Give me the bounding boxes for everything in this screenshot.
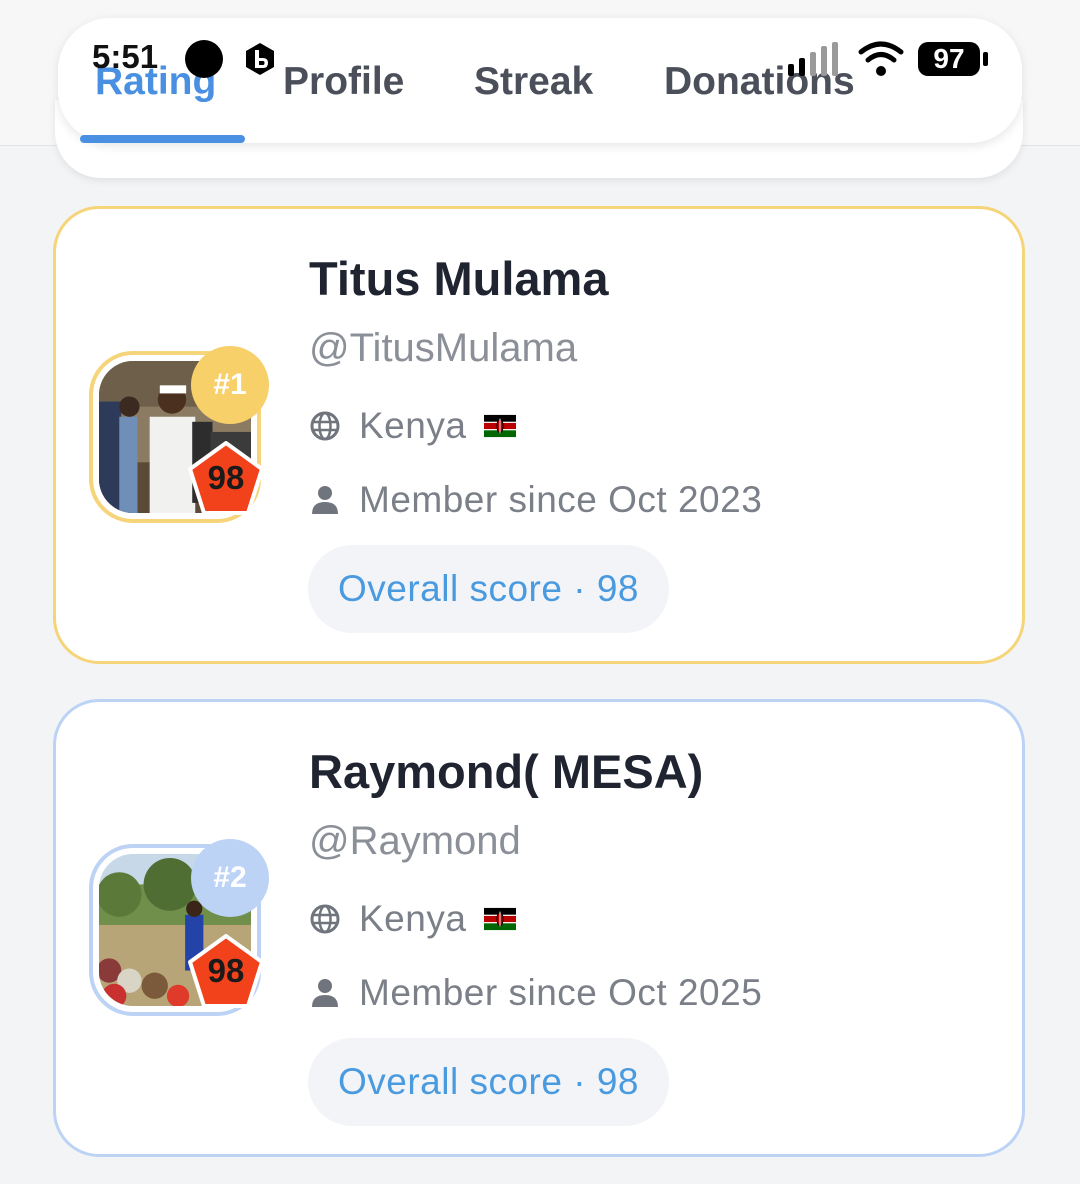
- country-row: Kenya: [309, 894, 517, 944]
- person-icon: [312, 979, 338, 1007]
- country-name: Kenya: [359, 898, 467, 939]
- user-handle: @Raymond: [309, 819, 521, 863]
- rank-badge: #2: [191, 839, 269, 917]
- score-badge-value: 98: [207, 952, 245, 989]
- user-name: Titus Mulama: [309, 252, 609, 305]
- overall-score-pill[interactable]: Overall score · 98: [308, 545, 669, 633]
- active-tab-indicator: [80, 135, 245, 143]
- signal-icon: [788, 42, 838, 76]
- member-since-row: Member since Oct 2023: [309, 475, 762, 525]
- user-card-rank-1[interactable]: #1 98 Titus Mulama @TitusMulama Kenya Me…: [53, 206, 1025, 664]
- member-since: Member since Oct 2025: [359, 972, 763, 1013]
- battery-tip: [983, 52, 988, 66]
- battery-icon: 97: [918, 42, 980, 76]
- tab-profile[interactable]: Profile: [283, 60, 404, 104]
- score-badge: 98: [184, 930, 268, 1014]
- score-badge: 98: [184, 437, 268, 521]
- score-badge-value: 98: [207, 459, 245, 496]
- globe-icon: [310, 904, 340, 934]
- country-row: Kenya: [309, 401, 517, 451]
- user-name: Raymond( MESA): [309, 745, 704, 798]
- notification-dot-icon: [185, 40, 223, 78]
- kenya-flag: [484, 414, 517, 438]
- member-since-row: Member since Oct 2025: [309, 968, 762, 1018]
- app-notification-icon: [246, 43, 274, 75]
- member-since: Member since Oct 2023: [359, 479, 763, 520]
- user-card-rank-2[interactable]: #2 98 Raymond( MESA) @Raymond Kenya Memb…: [53, 699, 1025, 1157]
- overall-score-pill[interactable]: Overall score · 98: [308, 1038, 669, 1126]
- user-handle: @TitusMulama: [309, 326, 578, 370]
- tab-streak[interactable]: Streak: [474, 60, 593, 104]
- country-name: Kenya: [359, 405, 467, 446]
- wifi-icon: [858, 41, 904, 76]
- kenya-flag: [484, 907, 517, 931]
- person-icon: [312, 486, 338, 514]
- status-time: 5:51: [92, 38, 159, 75]
- globe-icon: [310, 411, 340, 441]
- battery-level: 97: [933, 43, 965, 74]
- rank-badge: #1: [191, 346, 269, 424]
